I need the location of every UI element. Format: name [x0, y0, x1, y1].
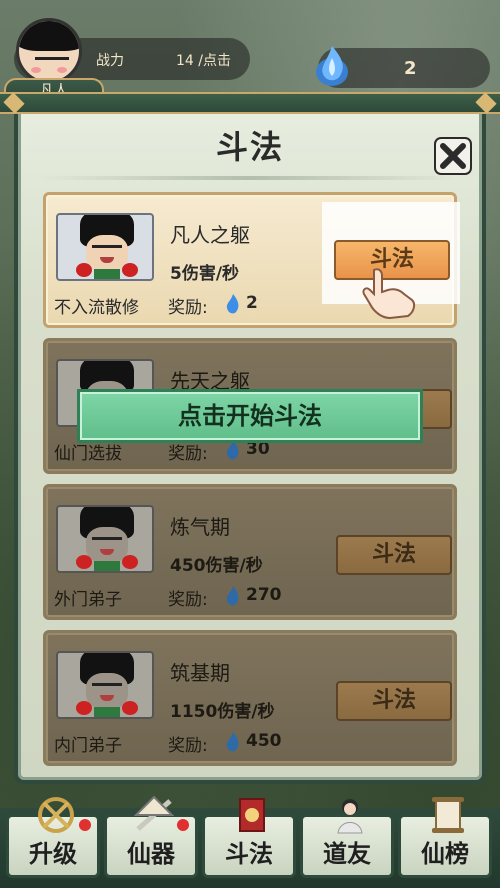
tab-battle[interactable]: 斗法 — [202, 798, 296, 878]
opponent-damage: 1150伤害/秒 — [170, 702, 275, 722]
reward-value: 2 — [246, 293, 258, 313]
close-icon[interactable] — [433, 136, 473, 176]
ranking-icon — [432, 797, 464, 833]
opponent-card: 炼气期 450伤害/秒 外门弟子 奖励: 270 斗法 — [43, 484, 457, 620]
opponent-name: 筑基期 — [170, 661, 230, 685]
artifact-icon — [134, 795, 174, 831]
reward-label: 奖励: — [168, 590, 208, 610]
reward-label: 奖励: — [168, 736, 208, 756]
fight-button[interactable]: 斗法 — [336, 681, 452, 721]
power-value: 14 /点击 — [176, 53, 231, 69]
panel-title: 斗法 — [215, 128, 284, 166]
title-divider — [40, 176, 460, 180]
notification-dot — [177, 819, 189, 831]
opponent-rank: 内门弟子 — [54, 736, 122, 756]
opponent-portrait — [56, 651, 154, 719]
fight-button[interactable]: 斗法 — [336, 535, 452, 575]
opponent-card: 筑基期 1150伤害/秒 内门弟子 奖励: 450 斗法 — [43, 630, 457, 766]
upgrade-icon — [38, 797, 74, 833]
opponent-rank: 外门弟子 — [54, 590, 122, 610]
spirit-flame-icon — [226, 294, 239, 314]
tab-label: 道友 — [323, 840, 371, 868]
reward-value: 450 — [246, 731, 282, 751]
opponent-rank: 不入流散修 — [54, 298, 139, 318]
spirit-flame-icon — [226, 732, 239, 752]
opponent-name: 凡人之躯 — [170, 223, 250, 247]
reward-label: 奖励: — [168, 298, 208, 318]
pointing-hand-icon — [362, 268, 416, 320]
tab-ranking[interactable]: 仙榜 — [398, 797, 492, 878]
opponent-portrait — [56, 505, 154, 573]
tab-companion[interactable]: 道友 — [300, 799, 394, 878]
power-label: 战力 — [96, 53, 124, 69]
start-battle-toast: 点击开始斗法 — [77, 389, 423, 443]
player-avatar[interactable] — [16, 18, 82, 84]
companion-icon — [337, 799, 363, 834]
opponent-damage: 450伤害/秒 — [170, 556, 263, 576]
currency-value: 2 — [404, 58, 417, 79]
opponent-portrait — [56, 213, 154, 281]
opponent-damage: 5伤害/秒 — [170, 264, 240, 284]
notification-dot — [79, 819, 91, 831]
spirit-flame-icon — [226, 586, 239, 606]
tab-label: 斗法 — [225, 840, 273, 868]
reward-value: 270 — [246, 585, 282, 605]
tab-upgrade[interactable]: 升级 — [6, 797, 100, 878]
tab-artifact[interactable]: 仙器 — [104, 795, 198, 878]
spirit-flame-icon — [316, 46, 348, 86]
tab-label: 升级 — [29, 840, 77, 868]
tab-label: 仙器 — [127, 840, 175, 868]
panel-header-bar — [0, 92, 500, 114]
opponent-name: 炼气期 — [170, 515, 230, 539]
tab-label: 仙榜 — [421, 840, 469, 868]
battle-icon — [239, 798, 265, 832]
